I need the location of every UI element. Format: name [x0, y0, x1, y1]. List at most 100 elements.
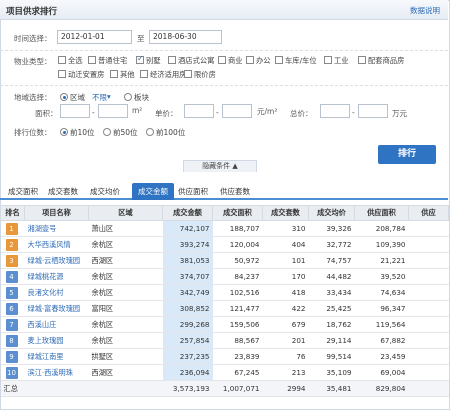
area-min-input[interactable]	[60, 104, 90, 118]
property-type-checkbox[interactable]: 办公	[246, 56, 271, 66]
supply-extra-cell	[408, 252, 449, 269]
total-row: 汇总 3,573,193 1,007,071 2994 35,481 829,804	[0, 380, 449, 397]
project-name-link[interactable]: 麦上玫瑰园	[24, 332, 89, 349]
date-from-input[interactable]: 2012-01-01	[57, 30, 132, 44]
region-dropdown[interactable]: 不限	[92, 92, 107, 103]
hide-conditions-toggle[interactable]: 隐藏条件 ▲	[183, 160, 257, 172]
column-header[interactable]: 成交金额	[162, 205, 213, 221]
property-type-label: 商业	[228, 56, 243, 65]
area-unit: m²	[132, 106, 143, 115]
project-name-link[interactable]: 绿城桃花源	[24, 268, 89, 285]
count-cell: 310	[262, 220, 309, 237]
rank-cell: 4	[0, 268, 25, 285]
column-header[interactable]: 成交套数	[262, 205, 309, 221]
tab-metric[interactable]: 成交均价	[90, 186, 120, 197]
date-to-input[interactable]: 2018-06-30	[149, 30, 222, 44]
district-cell: 萧山区	[88, 220, 163, 237]
total-max-input[interactable]	[358, 104, 388, 118]
project-name-link[interactable]: 湘湖壹号	[24, 220, 89, 237]
property-type-checkbox[interactable]: 酒店式公寓	[168, 56, 214, 66]
property-type-checkbox[interactable]: 经济适用房	[140, 70, 186, 80]
property-type-checkbox[interactable]: 全选	[58, 56, 83, 66]
tab-active[interactable]: 成交金额	[132, 183, 174, 200]
column-header[interactable]: 项目名称	[24, 205, 89, 221]
area-max-input[interactable]	[98, 104, 128, 118]
project-name-link[interactable]: 良渚文化村	[24, 284, 89, 301]
rank-count-radio[interactable]: 前10位	[60, 127, 95, 138]
supply-extra-cell	[408, 236, 449, 253]
block-radio[interactable]: 板块	[124, 92, 149, 103]
district-cell: 余杭区	[88, 236, 163, 253]
area-cell: 188,707	[212, 220, 263, 237]
district-cell: 余杭区	[88, 316, 163, 333]
project-name-link[interactable]: 滨江·西溪明珠	[24, 364, 89, 381]
property-type-checkbox[interactable]: 工业	[324, 56, 349, 66]
property-type-label: 普通住宅	[98, 56, 128, 65]
count-cell: 422	[262, 300, 309, 317]
property-type-checkbox[interactable]: 配套商品房	[358, 56, 404, 66]
amount-cell: 381,053	[162, 252, 213, 269]
rank-cell: 2	[0, 236, 25, 253]
total-count: 2994	[262, 380, 309, 397]
project-name-link[interactable]: 大华西溪风情	[24, 236, 89, 253]
rank-badge: 10	[5, 366, 18, 379]
area-cell: 102,516	[212, 284, 263, 301]
region-radio-label: 区域	[70, 93, 85, 102]
tab-metric[interactable]: 成交面积	[8, 186, 38, 197]
checkbox-icon	[184, 70, 192, 78]
property-type-label: 经济适用房	[150, 70, 187, 79]
rank-count-label: 排行位数：	[14, 128, 52, 137]
property-type-checkbox[interactable]: 车库/车位	[275, 56, 317, 66]
avg-price-cell: 25,425	[308, 300, 355, 317]
total-avg: 35,481	[308, 380, 355, 397]
column-header[interactable]: 成交面积	[212, 205, 263, 221]
supply-area-cell: 96,347	[354, 300, 409, 317]
price-max-input[interactable]	[222, 104, 252, 118]
total-min-input[interactable]	[320, 104, 350, 118]
amount-cell: 742,107	[162, 220, 213, 237]
column-header[interactable]: 供应面积	[354, 205, 409, 221]
tab-metric[interactable]: 供应面积	[178, 186, 208, 197]
checkbox-icon	[136, 54, 144, 64]
project-name-link[interactable]: 绿城·富春玫瑰园	[24, 300, 89, 317]
rank-cell: 1	[0, 220, 25, 237]
district-cell: 富阳区	[88, 300, 163, 317]
property-type-label: 别墅	[146, 56, 161, 65]
project-name-link[interactable]: 绿城江南里	[24, 348, 89, 365]
table-row: 8 麦上玫瑰园 余杭区 257,854 88,567 201 29,114 67,882	[0, 332, 449, 349]
property-type-checkbox[interactable]: 限价房	[184, 70, 216, 80]
tab-metric[interactable]: 成交套数	[48, 186, 78, 197]
checkbox-icon	[324, 56, 332, 64]
checkbox-icon	[275, 56, 283, 64]
project-name-link[interactable]: 西溪山庄	[24, 316, 89, 333]
rank-badge: 8	[5, 334, 18, 347]
amount-cell: 299,268	[162, 316, 213, 333]
help-link[interactable]: 数据说明	[410, 5, 440, 16]
column-header[interactable]: 排名	[0, 205, 25, 221]
column-header[interactable]: 供应	[408, 205, 449, 221]
rank-count-radio[interactable]: 前100位	[146, 127, 185, 138]
district-cell: 西湖区	[88, 364, 163, 381]
tab-metric[interactable]: 供应套数	[220, 186, 250, 197]
region-radio[interactable]: 区域	[60, 92, 85, 103]
rank-search-button[interactable]: 排行	[378, 145, 436, 164]
column-header[interactable]: 区域	[88, 205, 163, 221]
amount-cell: 237,235	[162, 348, 213, 365]
property-type-checkbox[interactable]: 普通住宅	[88, 56, 127, 66]
area-cell: 84,237	[212, 268, 263, 285]
price-min-input[interactable]	[184, 104, 214, 118]
property-type-checkbox[interactable]: 别墅	[136, 54, 161, 66]
range-dash: -	[92, 108, 95, 117]
property-type-label: 全选	[68, 56, 83, 65]
property-type-checkbox[interactable]: 其他	[110, 70, 135, 80]
rank-count-radio[interactable]: 前50位	[103, 127, 138, 138]
rank-badge: 5	[5, 286, 18, 299]
property-type-checkbox[interactable]: 商业	[218, 56, 243, 66]
radio-icon	[60, 93, 68, 101]
property-type-checkbox[interactable]: 动迁安置房	[58, 70, 104, 80]
range-dash: -	[216, 108, 219, 117]
total-amount: 3,573,193	[162, 380, 213, 397]
column-header[interactable]: 成交均价	[308, 205, 355, 221]
district-cell: 西湖区	[88, 252, 163, 269]
project-name-link[interactable]: 绿城·云栖玫瑰园	[24, 252, 89, 269]
